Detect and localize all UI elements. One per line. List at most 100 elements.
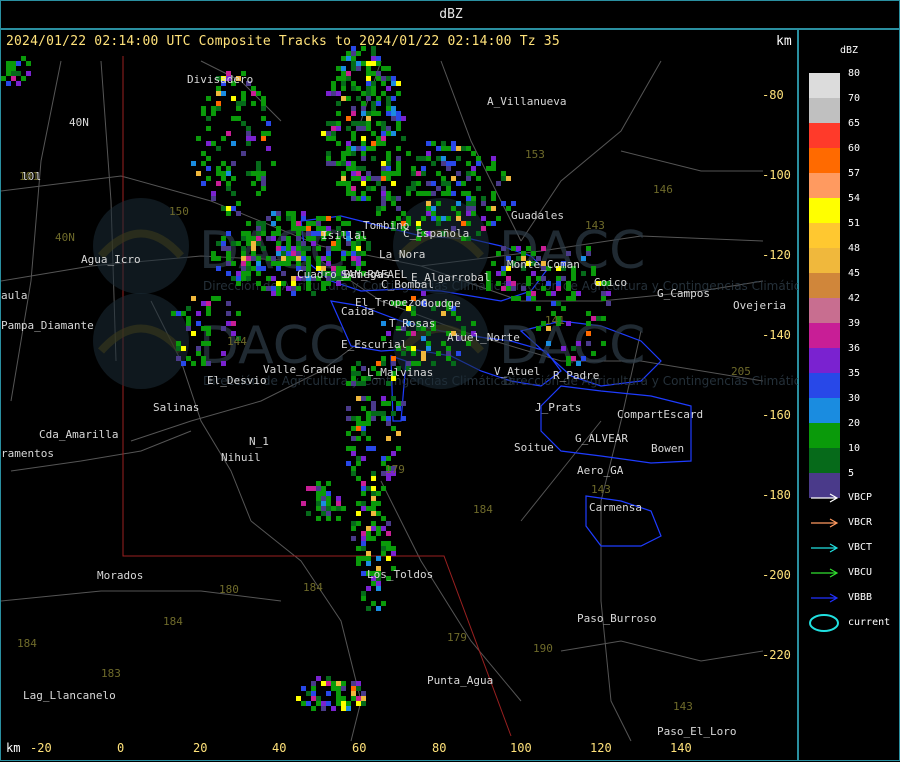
echo-cell xyxy=(356,166,361,171)
echo-cell xyxy=(381,166,386,171)
echo-cell xyxy=(301,241,306,246)
road-number-label: 205 xyxy=(731,365,751,378)
echo-cell xyxy=(306,261,311,266)
echo-cell xyxy=(296,246,301,251)
echo-cell xyxy=(231,261,236,266)
echo-cell xyxy=(371,51,376,56)
echo-cell xyxy=(576,291,581,296)
echo-cell xyxy=(246,236,251,241)
echo-cell xyxy=(381,456,386,461)
echo-cell xyxy=(296,226,301,231)
echo-cell xyxy=(361,166,366,171)
echo-cell xyxy=(381,161,386,166)
radar-map-frame[interactable]: DACC Dirección de Agricultura y Contingen… xyxy=(0,29,799,762)
echo-cell xyxy=(321,681,326,686)
echo-cell xyxy=(216,101,221,106)
echo-cell xyxy=(421,351,426,356)
legend-swatch xyxy=(809,423,840,448)
echo-cell xyxy=(371,406,376,411)
echo-cell xyxy=(196,171,201,176)
echo-cell xyxy=(411,311,416,316)
echo-cell xyxy=(221,326,226,331)
echo-cell xyxy=(381,206,386,211)
echo-cell xyxy=(361,556,366,561)
echo-cell xyxy=(226,301,231,306)
echo-cell xyxy=(326,481,331,486)
echo-cell xyxy=(346,706,351,711)
echo-cell xyxy=(221,206,226,211)
echo-cell xyxy=(236,106,241,111)
x-tick-label: 80 xyxy=(432,741,447,755)
echo-cell xyxy=(336,101,341,106)
echo-cell xyxy=(281,256,286,261)
echo-cell xyxy=(361,126,366,131)
echo-cell xyxy=(341,221,346,226)
echo-cell xyxy=(346,251,351,256)
echo-cell xyxy=(406,331,411,336)
echo-cell xyxy=(446,191,451,196)
echo-cell xyxy=(331,86,336,91)
place-label: Paso_El_Loro xyxy=(657,725,736,738)
echo-cell xyxy=(451,311,456,316)
echo-cell xyxy=(386,101,391,106)
echo-cell xyxy=(366,126,371,131)
echo-cell xyxy=(481,216,486,221)
echo-cell xyxy=(356,521,361,526)
road-number-label: 179 xyxy=(385,463,405,476)
echo-cell xyxy=(571,291,576,296)
echo-cell xyxy=(381,176,386,181)
echo-cell xyxy=(556,281,561,286)
echo-cell xyxy=(246,136,251,141)
echo-cell xyxy=(506,276,511,281)
echo-cell xyxy=(381,356,386,361)
echo-cell xyxy=(326,701,331,706)
echo-cell xyxy=(346,221,351,226)
echo-cell xyxy=(456,351,461,356)
echo-cell xyxy=(201,111,206,116)
echo-cell xyxy=(501,246,506,251)
echo-cell xyxy=(556,276,561,281)
echo-cell xyxy=(381,401,386,406)
echo-cell xyxy=(321,496,326,501)
echo-cell xyxy=(601,291,606,296)
echo-cell xyxy=(386,126,391,131)
echo-cell xyxy=(316,496,321,501)
road-number-label: 146 xyxy=(653,183,673,196)
echo-cell xyxy=(16,81,21,86)
echo-cell xyxy=(366,76,371,81)
echo-cell xyxy=(366,176,371,181)
place-label: Cuadro_Benegas xyxy=(297,268,390,281)
place-label: Carmensa xyxy=(589,501,642,514)
echo-cell xyxy=(416,171,421,176)
echo-cell xyxy=(386,96,391,101)
echo-cell xyxy=(356,146,361,151)
echo-cell xyxy=(371,56,376,61)
echo-cell xyxy=(241,91,246,96)
echo-cell xyxy=(571,276,576,281)
echo-cell xyxy=(246,126,251,131)
echo-cell xyxy=(266,236,271,241)
road-number-label: 143 xyxy=(585,219,605,232)
radar-map[interactable]: DACCDirección de Agricultura y Contingen… xyxy=(1,30,799,762)
echo-cell xyxy=(256,221,261,226)
echo-cell xyxy=(351,446,356,451)
echo-cell xyxy=(346,141,351,146)
place-label: CompartEscard xyxy=(617,408,703,421)
place-label: E_Algarrobal xyxy=(411,271,490,284)
echo-cell xyxy=(251,251,256,256)
echo-cell xyxy=(371,81,376,86)
echo-cell xyxy=(366,71,371,76)
echo-cell xyxy=(376,61,381,66)
echo-cell xyxy=(346,116,351,121)
echo-cell xyxy=(366,96,371,101)
legend-swatch xyxy=(809,448,840,473)
track-legend-label: VBBB xyxy=(848,592,873,603)
echo-cell xyxy=(366,171,371,176)
echo-cell xyxy=(371,581,376,586)
echo-cell xyxy=(426,331,431,336)
legend-value-label: 51 xyxy=(848,218,861,229)
echo-cell xyxy=(556,286,561,291)
echo-cell xyxy=(346,56,351,61)
place-label: Monte_Coman xyxy=(507,258,580,271)
echo-cell xyxy=(426,191,431,196)
